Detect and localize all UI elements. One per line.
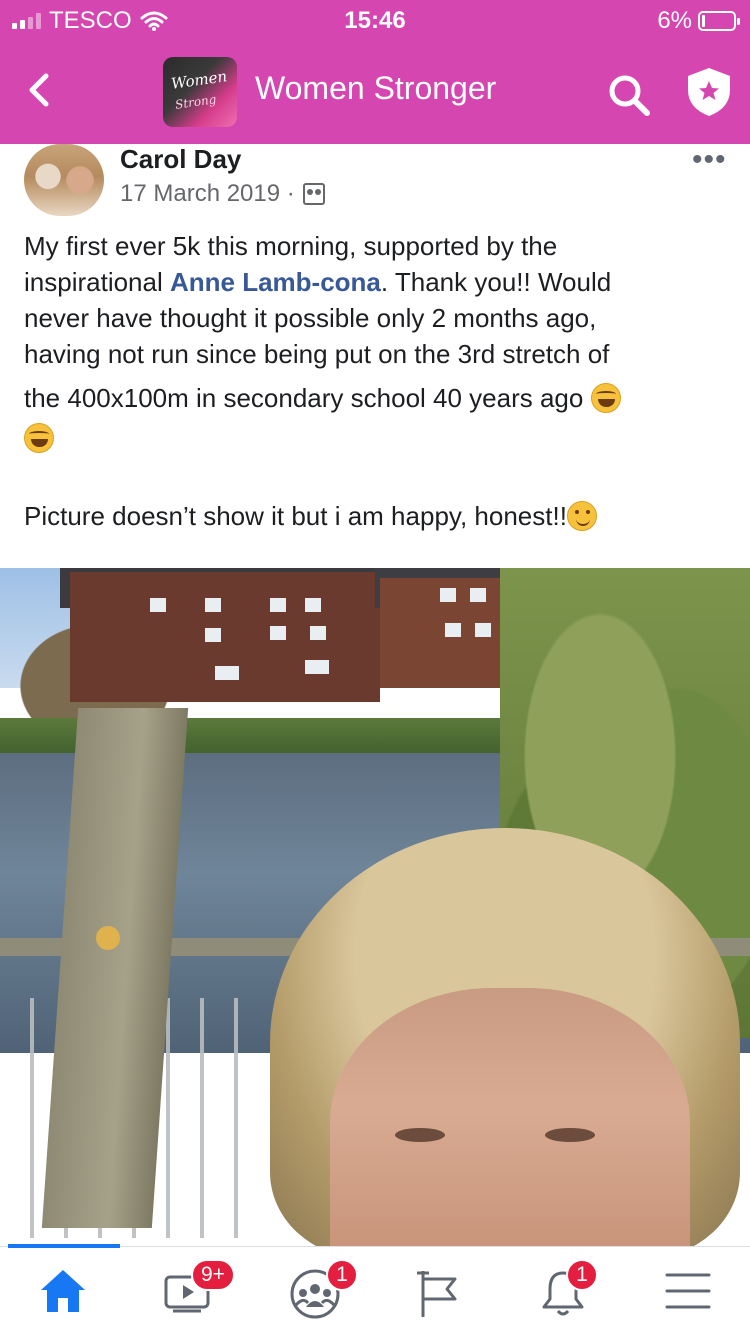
bottom-tab-bar: 9+ 1 1 xyxy=(0,1244,750,1334)
battery-info: 6% xyxy=(657,7,740,35)
post-author[interactable]: Carol Day xyxy=(120,144,241,175)
search-icon xyxy=(609,75,650,116)
post-text-line: Picture doesn’t show it but i am happy, … xyxy=(24,498,724,534)
post-meta: 17 March 2019 · xyxy=(120,180,325,208)
group-nav-bar: Women Strong Women Stronger xyxy=(0,40,750,144)
mention-link[interactable]: Anne Lamb-cona xyxy=(170,267,381,297)
tab-video[interactable]: 9+ xyxy=(125,1247,250,1334)
tab-notifications[interactable]: 1 xyxy=(500,1247,625,1334)
battery-icon xyxy=(698,11,740,31)
admin-tools-button[interactable] xyxy=(684,66,734,118)
group-title[interactable]: Women Stronger xyxy=(255,70,496,107)
author-avatar[interactable] xyxy=(24,144,104,216)
status-bar: TESCO 15:46 6% xyxy=(0,0,750,40)
notifications-badge: 1 xyxy=(566,1259,598,1291)
post-text-line: the 400x100m in secondary school 40 year… xyxy=(24,380,724,416)
group-privacy-icon xyxy=(302,183,325,205)
back-button[interactable] xyxy=(24,70,56,110)
status-time: 15:46 xyxy=(344,7,406,34)
tab-home[interactable] xyxy=(0,1247,125,1334)
post-text-line: never have thought it possible only 2 mo… xyxy=(24,303,597,333)
post-text-line: My first ever 5k this morning, supported… xyxy=(24,231,558,261)
post-text: My first ever 5k this morning, supported… xyxy=(24,228,724,534)
more-options-button[interactable]: ••• xyxy=(692,145,727,175)
video-notification-badge: 9+ xyxy=(191,1259,235,1291)
battery-percent: 6% xyxy=(657,7,692,34)
post-header: Carol Day 17 March 2019 · ••• xyxy=(0,144,750,224)
search-button[interactable] xyxy=(606,72,652,118)
tears-of-joy-emoji-icon xyxy=(590,383,621,413)
post-text-line: having not run since being put on the 3r… xyxy=(24,339,610,369)
hamburger-icon xyxy=(665,1273,711,1309)
post-photo[interactable] xyxy=(0,568,750,1246)
tab-groups[interactable]: 1 xyxy=(250,1247,375,1334)
tab-menu[interactable] xyxy=(625,1247,750,1334)
post-date[interactable]: 17 March 2019 · xyxy=(120,180,295,208)
group-logo-text: Women xyxy=(170,67,229,93)
app-header: TESCO 15:46 6% Women Strong Women Strong… xyxy=(0,0,750,144)
groups-notification-badge: 1 xyxy=(326,1259,358,1291)
group-cover-thumbnail[interactable]: Women Strong xyxy=(163,57,237,127)
smiling-emoji-icon xyxy=(566,501,597,531)
flag-icon xyxy=(417,1271,457,1317)
shield-star-icon xyxy=(688,68,730,116)
post-text-line xyxy=(24,420,724,456)
group-logo-subtext: Strong xyxy=(174,92,218,112)
tears-of-joy-emoji-icon xyxy=(24,423,54,453)
home-icon xyxy=(41,1270,85,1312)
post-text-line: inspirational Anne Lamb-cona. Thank you!… xyxy=(24,267,612,297)
chevron-left-icon xyxy=(29,73,49,107)
tab-pages[interactable] xyxy=(375,1247,500,1334)
